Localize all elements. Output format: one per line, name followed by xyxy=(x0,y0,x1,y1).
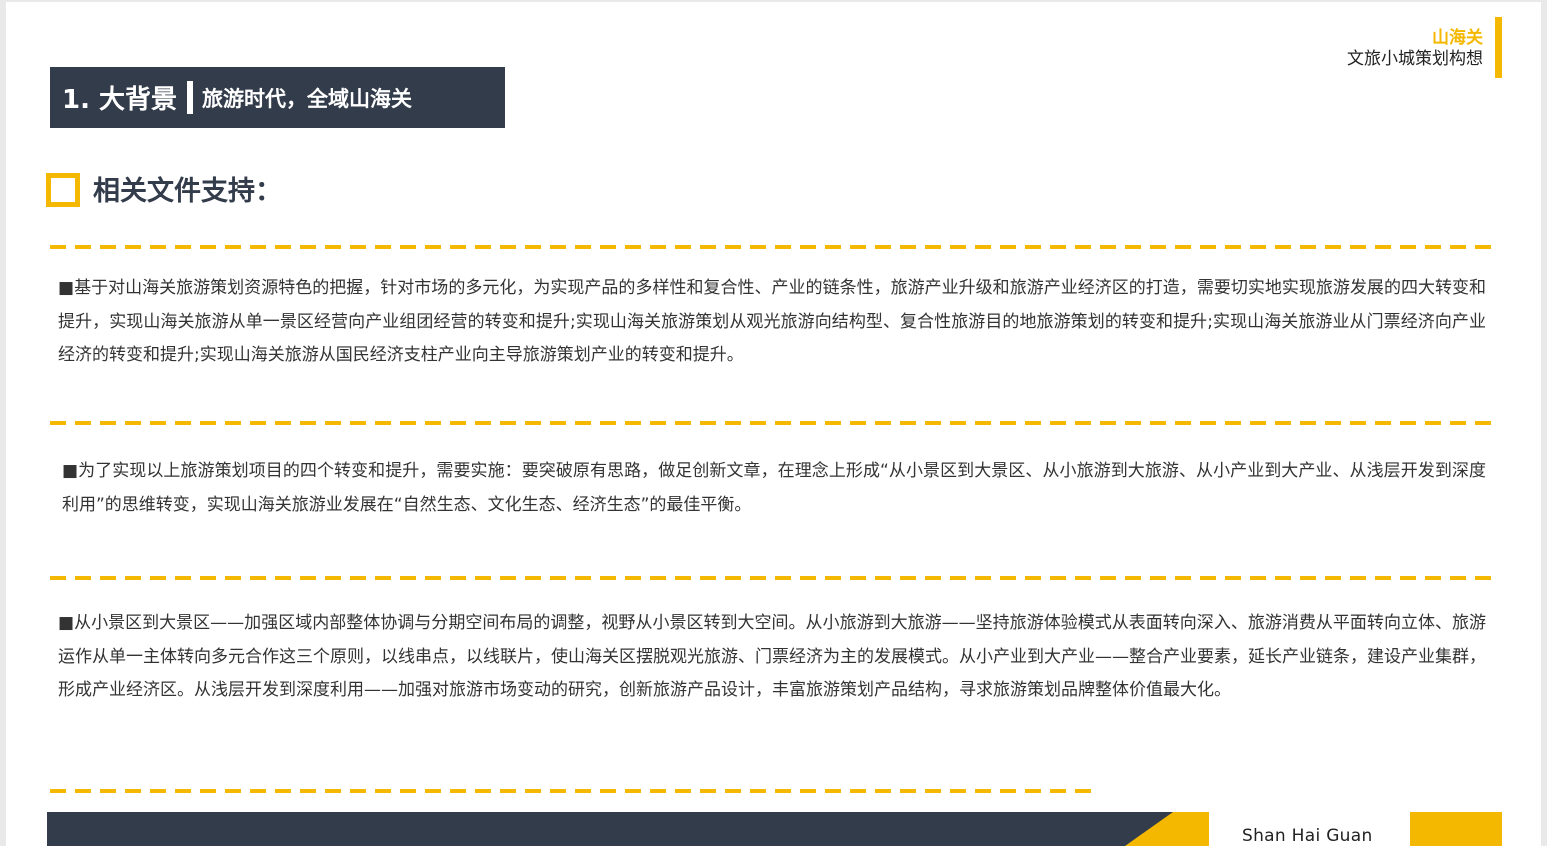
banner-divider xyxy=(187,81,194,114)
footer-accent-fill xyxy=(1173,812,1209,846)
paragraph-1: ■基于对山海关旅游策划资源特色的把握，针对市场的多元化，为实现产品的多样性和复合… xyxy=(58,278,1486,365)
square-bullet-icon xyxy=(46,173,80,207)
page-frame-top xyxy=(0,0,1547,2)
dashed-divider xyxy=(50,789,1100,793)
section-title: 相关文件支持： xyxy=(93,176,282,207)
footer-text: Shan Hai Guan xyxy=(1242,826,1373,846)
page-frame-left xyxy=(0,0,6,846)
paragraph-2: ■为了实现以上旅游策划项目的四个转变和提升，需要实施：要突破原有思路，做足创新文… xyxy=(62,461,1486,515)
banner-title: 1. 大背景 xyxy=(62,85,178,115)
paragraph-3: ■从小景区到大景区——加强区域内部整体协调与分期空间布局的调整，视野从小景区转到… xyxy=(58,613,1486,700)
banner-subtitle: 旅游时代，全域山海关 xyxy=(202,86,413,111)
page-frame-right xyxy=(1541,0,1547,846)
brand-accent-bar xyxy=(1495,17,1502,78)
dashed-divider xyxy=(50,576,1492,580)
brand-name: 山海关 xyxy=(1432,28,1483,48)
footer-accent-wedge xyxy=(1125,812,1173,846)
footer-bar xyxy=(47,812,1209,846)
brand-subtitle: 文旅小城策划构想 xyxy=(1347,49,1483,69)
dashed-divider xyxy=(50,421,1492,425)
title-banner: 1. 大背景 旅游时代，全域山海关 xyxy=(50,67,505,128)
dashed-divider xyxy=(50,245,1492,249)
brand: 山海关 文旅小城策划构想 xyxy=(1347,28,1483,70)
footer-accent-block xyxy=(1410,812,1502,846)
